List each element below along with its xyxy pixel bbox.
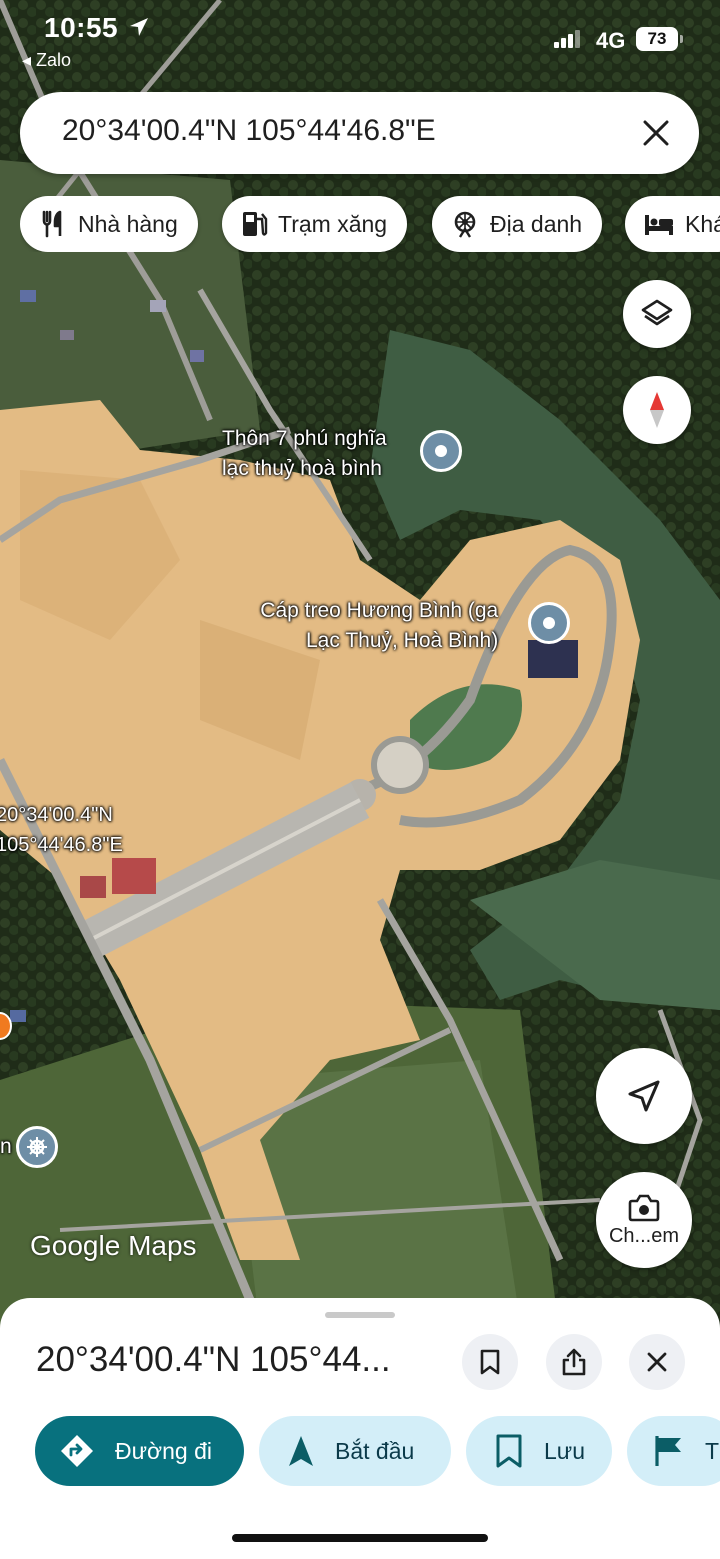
sheet-drag-handle[interactable] (325, 1312, 395, 1318)
chip-label: Trạm xăng (278, 210, 388, 237)
restaurant-icon (42, 210, 62, 238)
dropped-pin-coordinates-label: 20°34'00.4"N 105°44'46.8"E (0, 804, 123, 856)
flag-icon (655, 1436, 681, 1466)
bookmark-icon (496, 1434, 522, 1468)
search-query[interactable]: 20°34'00.4"N 105°44'46.8"E (62, 114, 436, 148)
edge-place-label: n (0, 1135, 12, 1158)
status-bar: 10:55 ◂ Zalo 4G 73 (0, 0, 720, 80)
label-button[interactable]: T (627, 1416, 720, 1486)
google-maps-watermark: Google Maps (30, 1230, 197, 1261)
label-button-text: T (705, 1437, 720, 1464)
network-type: 4G (596, 28, 626, 53)
street-view-button[interactable]: Ch...em (596, 1172, 692, 1268)
navigation-arrow-icon (628, 1080, 660, 1112)
close-sheet-button[interactable] (629, 1334, 685, 1390)
chip-gas-stations[interactable]: Trạm xăng (222, 196, 408, 252)
close-icon[interactable] (641, 118, 671, 148)
place-pin-cap-treo[interactable] (528, 602, 570, 644)
landmark-icon (454, 211, 476, 238)
location-services-icon (130, 18, 148, 36)
chip-restaurants[interactable]: Nhà hàng (20, 196, 198, 252)
chip-label: Nhà hàng (78, 210, 178, 237)
gas-station-icon (243, 212, 268, 236)
chip-label: Địa danh (490, 210, 583, 237)
cellular-signal-icon (554, 30, 580, 48)
layers-icon (641, 299, 673, 326)
close-icon (647, 1352, 667, 1372)
back-to-app-link[interactable]: ◂ Zalo (22, 50, 71, 71)
navigation-arrow-icon (289, 1436, 313, 1466)
search-bar[interactable]: 20°34'00.4"N 105°44'46.8"E (20, 92, 699, 174)
start-navigation-button[interactable]: Bắt đầu (259, 1416, 451, 1486)
ship-wheel-place-pin[interactable] (16, 1126, 58, 1168)
save-bookmark-button[interactable] (462, 1334, 518, 1390)
chip-hotels[interactable]: Khá (625, 196, 720, 252)
compass-icon (650, 392, 664, 428)
share-button[interactable] (546, 1334, 602, 1390)
place-title: 20°34'00.4"N 105°44... (36, 1340, 391, 1379)
battery-indicator: 73 (636, 27, 683, 51)
share-icon (562, 1348, 586, 1376)
place-bottom-sheet[interactable]: 20°34'00.4"N 105°44... Đường đi Bắt đầu … (0, 1298, 720, 1559)
status-time: 10:55 (44, 12, 119, 43)
my-location-button[interactable] (596, 1048, 692, 1144)
chip-landmarks[interactable]: Địa danh (432, 196, 603, 252)
layers-button[interactable] (623, 280, 691, 348)
save-button[interactable]: Lưu (466, 1416, 612, 1486)
save-label: Lưu (544, 1437, 585, 1464)
street-view-label: Ch...em (608, 1224, 680, 1247)
place-pin-thon-7[interactable] (420, 430, 462, 472)
category-chips: Nhà hàng Trạm xăng Địa danh Khá (20, 196, 720, 252)
start-label: Bắt đầu (335, 1437, 415, 1464)
bookmark-icon (480, 1349, 500, 1375)
directions-label: Đường đi (115, 1437, 212, 1464)
directions-button[interactable]: Đường đi (35, 1416, 244, 1486)
home-indicator[interactable] (232, 1534, 488, 1542)
action-buttons-row: Đường đi Bắt đầu Lưu T (0, 1416, 720, 1488)
directions-icon (61, 1435, 93, 1467)
camera-icon (628, 1194, 660, 1221)
place-label-thon-7[interactable]: Thôn 7 phú nghĩa lạc thuỷ hoà bình (222, 424, 387, 484)
ship-wheel-icon (27, 1137, 47, 1157)
place-label-cap-treo[interactable]: Cáp treo Hương Bình (ga Lạc Thuỷ, Hoà Bì… (248, 596, 498, 656)
hotel-icon (645, 215, 673, 235)
compass-button[interactable] (623, 376, 691, 444)
chip-label: Khá (685, 210, 720, 237)
